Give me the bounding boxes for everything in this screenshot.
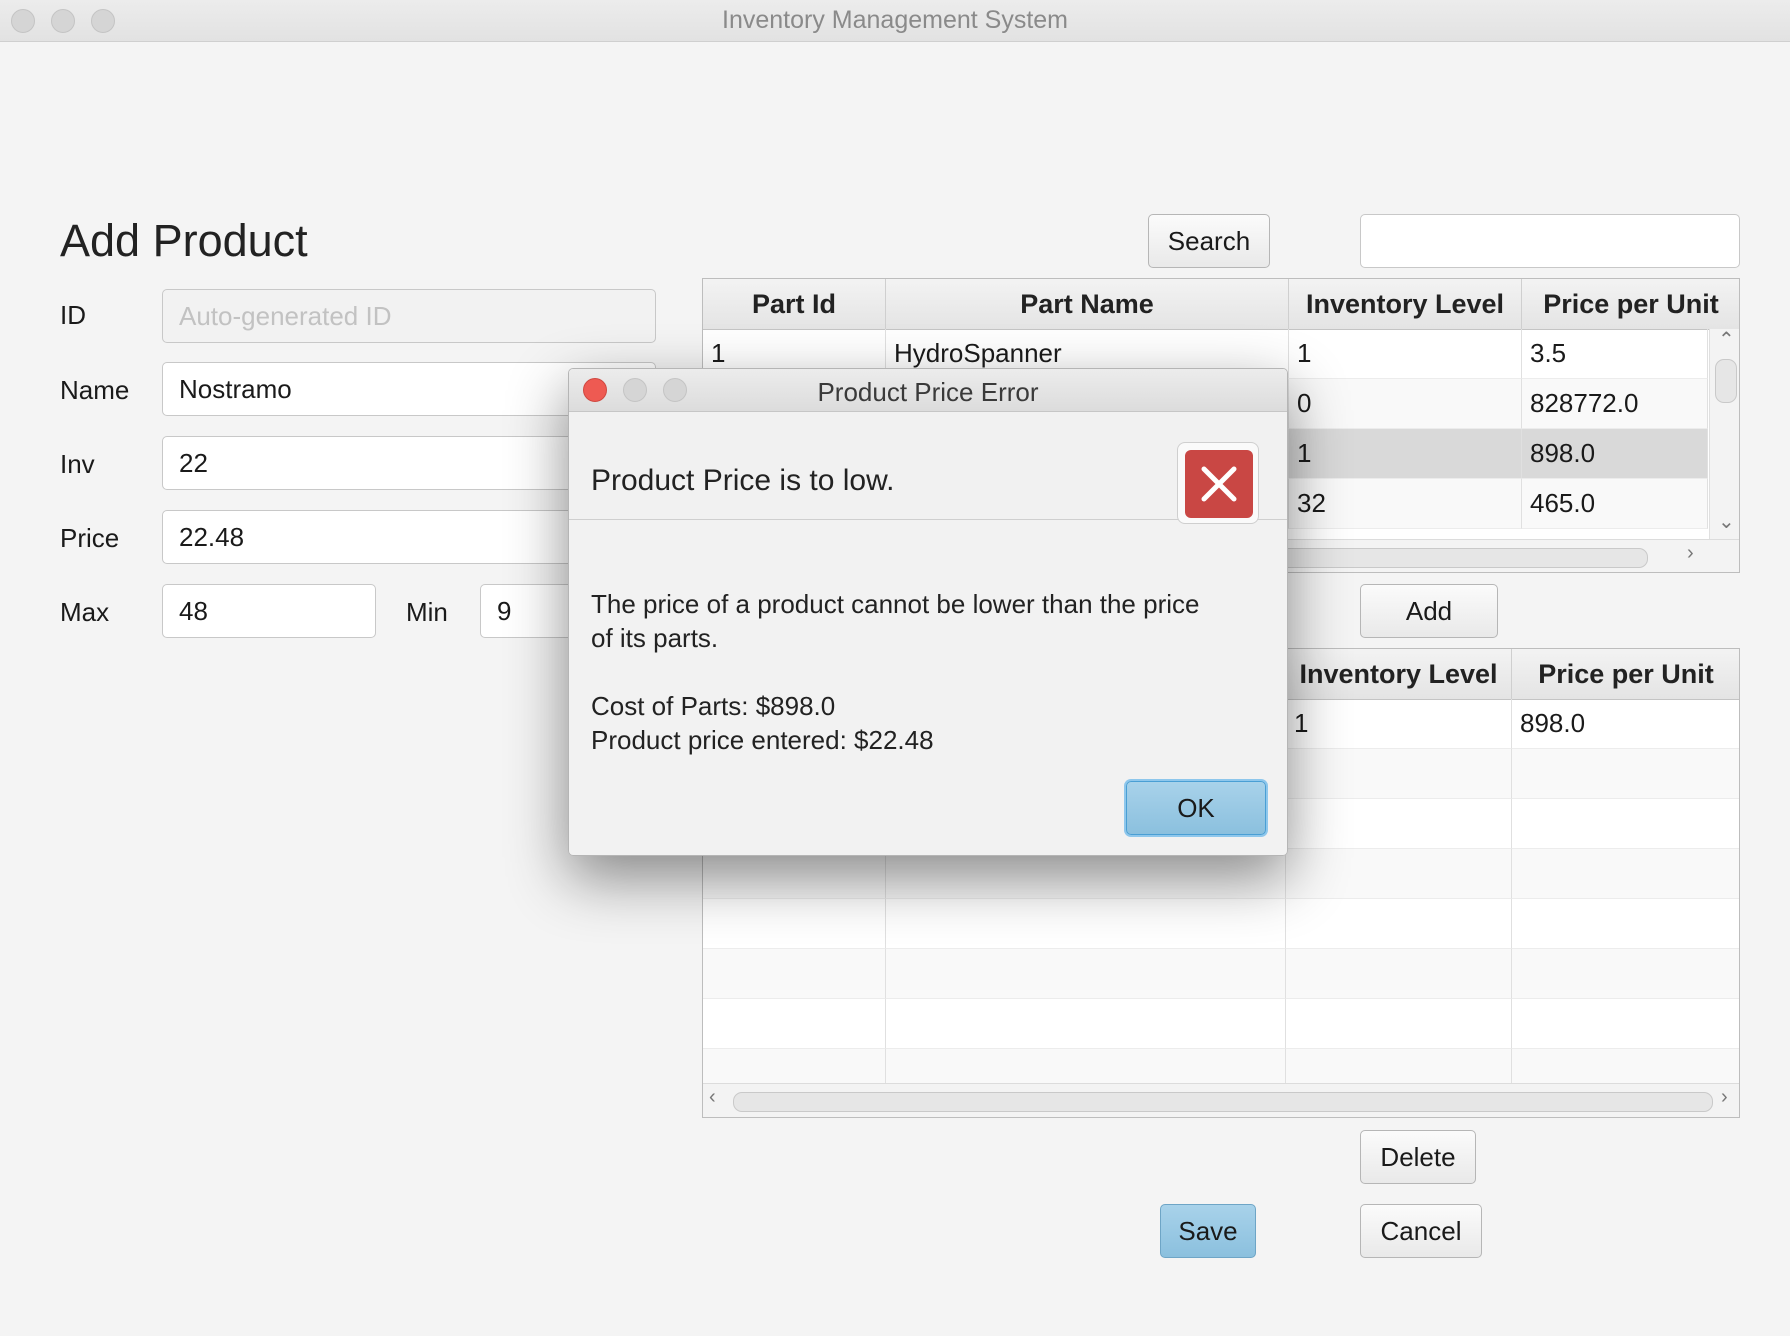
table-row-empty (703, 849, 1739, 899)
search-input[interactable] (1360, 214, 1740, 268)
price-label: Price (60, 523, 120, 553)
save-button[interactable]: Save (1160, 1204, 1256, 1258)
parts-table-vertical-scrollbar[interactable]: ⌃ ⌄ (1709, 327, 1739, 539)
add-button[interactable]: Add (1360, 584, 1498, 638)
inventory-level-cell: 32 (1289, 479, 1522, 529)
inventory-level-cell: 1 (1289, 429, 1522, 479)
scroll-right-icon[interactable]: › (1721, 1086, 1728, 1109)
column-header-price-per-unit[interactable]: Price per Unit (1512, 649, 1739, 699)
search-button[interactable]: Search (1148, 214, 1270, 268)
min-label: Min (406, 597, 448, 627)
price-per-unit-cell: 898.0 (1512, 699, 1739, 749)
scroll-up-icon[interactable]: ⌃ (1718, 327, 1735, 352)
max-label: Max (60, 597, 110, 627)
id-label: ID (60, 300, 86, 330)
horizontal-scroll-thumb[interactable] (733, 1092, 1713, 1112)
scroll-down-icon[interactable]: ⌄ (1718, 509, 1735, 534)
price-per-unit-cell: 465.0 (1522, 479, 1708, 529)
product-price-error-dialog: Product Price Error Product Price is to … (568, 368, 1288, 856)
product-parts-horizontal-scrollbar[interactable]: ‹ › (703, 1083, 1739, 1117)
table-row-empty (703, 899, 1739, 949)
column-header-inventory-level[interactable]: Inventory Level (1286, 649, 1512, 699)
dialog-title: Product Price Error (817, 377, 1039, 407)
window-titlebar: Inventory Management System (0, 0, 1790, 42)
product-price-entered-text: Product price entered: $22.48 (591, 725, 934, 755)
page-title: Add Product (60, 215, 308, 266)
window-title: Inventory Management System (722, 6, 1068, 34)
name-label: Name (60, 375, 130, 405)
table-row-empty (703, 949, 1739, 999)
cancel-button[interactable]: Cancel (1360, 1204, 1482, 1258)
price-per-unit-cell: 828772.0 (1522, 379, 1708, 429)
price-per-unit-cell: 3.5 (1522, 329, 1708, 379)
ok-button[interactable]: OK (1126, 781, 1266, 835)
column-header-part-name[interactable]: Part Name (886, 279, 1289, 329)
scroll-left-icon[interactable]: ‹ (709, 1086, 716, 1109)
error-icon (1177, 442, 1259, 524)
vertical-scroll-thumb[interactable] (1715, 359, 1737, 403)
column-header-inventory-level[interactable]: Inventory Level (1289, 279, 1522, 329)
table-row-empty (703, 999, 1739, 1049)
price-per-unit-cell: 898.0 (1522, 429, 1708, 479)
dialog-header-text: Product Price is to low. (591, 464, 895, 497)
parts-table-header: Part Id Part Name Inventory Level Price … (703, 279, 1739, 330)
delete-button[interactable]: Delete (1360, 1130, 1476, 1184)
dialog-body: The price of a product cannot be lower t… (591, 587, 1271, 757)
scroll-right-icon[interactable]: › (1687, 542, 1694, 565)
cost-of-parts-text: Cost of Parts: $898.0 (591, 691, 836, 721)
id-field[interactable] (162, 289, 656, 343)
column-header-part-id[interactable]: Part Id (703, 279, 886, 329)
inventory-level-cell: 0 (1289, 379, 1522, 429)
inv-label: Inv (60, 449, 95, 479)
max-field[interactable] (162, 584, 376, 638)
dialog-titlebar: Product Price Error (569, 369, 1287, 412)
inventory-level-cell: 1 (1289, 329, 1522, 379)
dialog-body-line: The price of a product cannot be lower t… (591, 589, 1200, 619)
inventory-level-cell: 1 (1286, 699, 1512, 749)
dialog-body-line: of its parts. (591, 623, 719, 653)
column-header-price-per-unit[interactable]: Price per Unit (1522, 279, 1739, 329)
